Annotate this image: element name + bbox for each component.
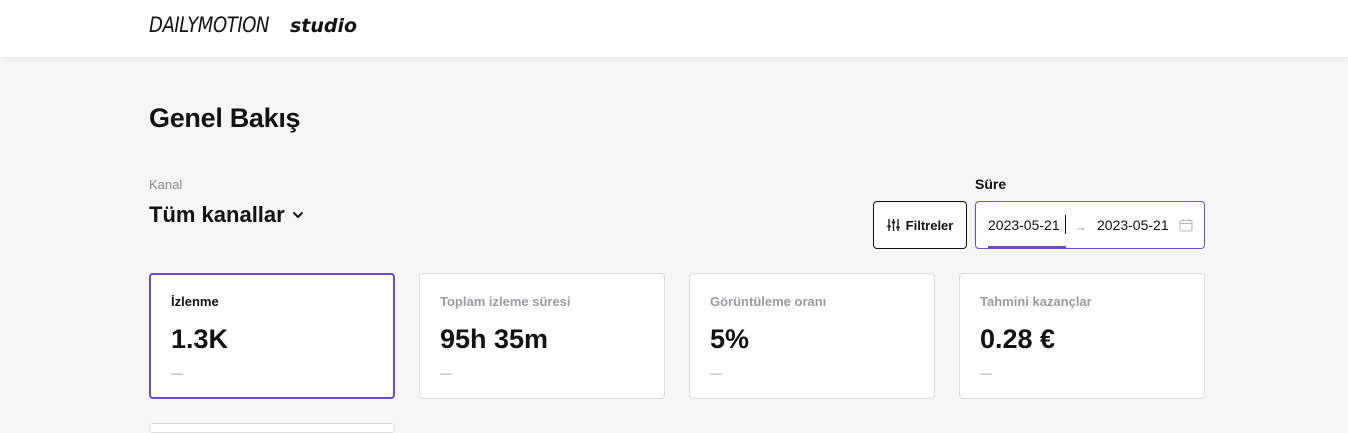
metric-delta: —	[171, 366, 183, 380]
metric-delta: —	[980, 366, 992, 380]
metric-card-views[interactable]: İzlenme 1.3K —	[149, 273, 395, 399]
metric-delta: —	[440, 366, 452, 380]
metric-title: Tahmini kazançlar	[980, 294, 1092, 309]
active-input-underline	[988, 246, 1066, 248]
metric-card-watch-time[interactable]: Toplam izleme süresi 95h 35m —	[419, 273, 665, 399]
metric-title: Görüntüleme oranı	[710, 294, 827, 309]
filters-button[interactable]: Filtreler	[873, 201, 967, 249]
channel-label: Kanal	[149, 177, 183, 192]
metric-delta: —	[710, 366, 722, 380]
metric-card-view-rate[interactable]: Görüntüleme oranı 5% —	[689, 273, 935, 399]
metric-value: 5%	[710, 324, 750, 354]
sliders-icon	[886, 219, 900, 231]
date-range-picker[interactable]: 2023-05-21 → 2023-05-21	[975, 201, 1205, 249]
filters-button-label: Filtreler	[905, 217, 954, 233]
range-arrow-icon: →	[1074, 219, 1087, 234]
period-label: Süre	[975, 176, 1007, 192]
date-start-input[interactable]: 2023-05-21	[988, 217, 1060, 233]
logo-studio-label: studio	[290, 15, 358, 37]
calendar-icon[interactable]	[1179, 218, 1193, 232]
metric-title: İzlenme	[171, 294, 219, 309]
metric-card-partial[interactable]	[149, 423, 395, 433]
metric-value: 95h 35m	[440, 324, 549, 354]
metric-title: Toplam izleme süresi	[440, 294, 571, 309]
top-bar: DAILYMOTION studio	[0, 0, 1348, 57]
dailymotion-studio-logo[interactable]: DAILYMOTION studio	[149, 13, 357, 37]
text-cursor	[1065, 215, 1066, 234]
channel-selector[interactable]: Tüm kanallar	[149, 202, 305, 228]
date-end-input[interactable]: 2023-05-21	[1097, 217, 1169, 233]
channel-selected-value: Tüm kanallar	[149, 202, 285, 227]
chevron-down-icon	[292, 212, 303, 218]
metric-card-estimated-earnings[interactable]: Tahmini kazançlar 0.28 € —	[959, 273, 1205, 399]
page-title: Genel Bakış	[149, 103, 301, 133]
logo-wordmark: DAILYMOTION	[149, 13, 270, 37]
metric-value: 0.28 €	[980, 324, 1056, 354]
metric-value: 1.3K	[171, 324, 229, 354]
